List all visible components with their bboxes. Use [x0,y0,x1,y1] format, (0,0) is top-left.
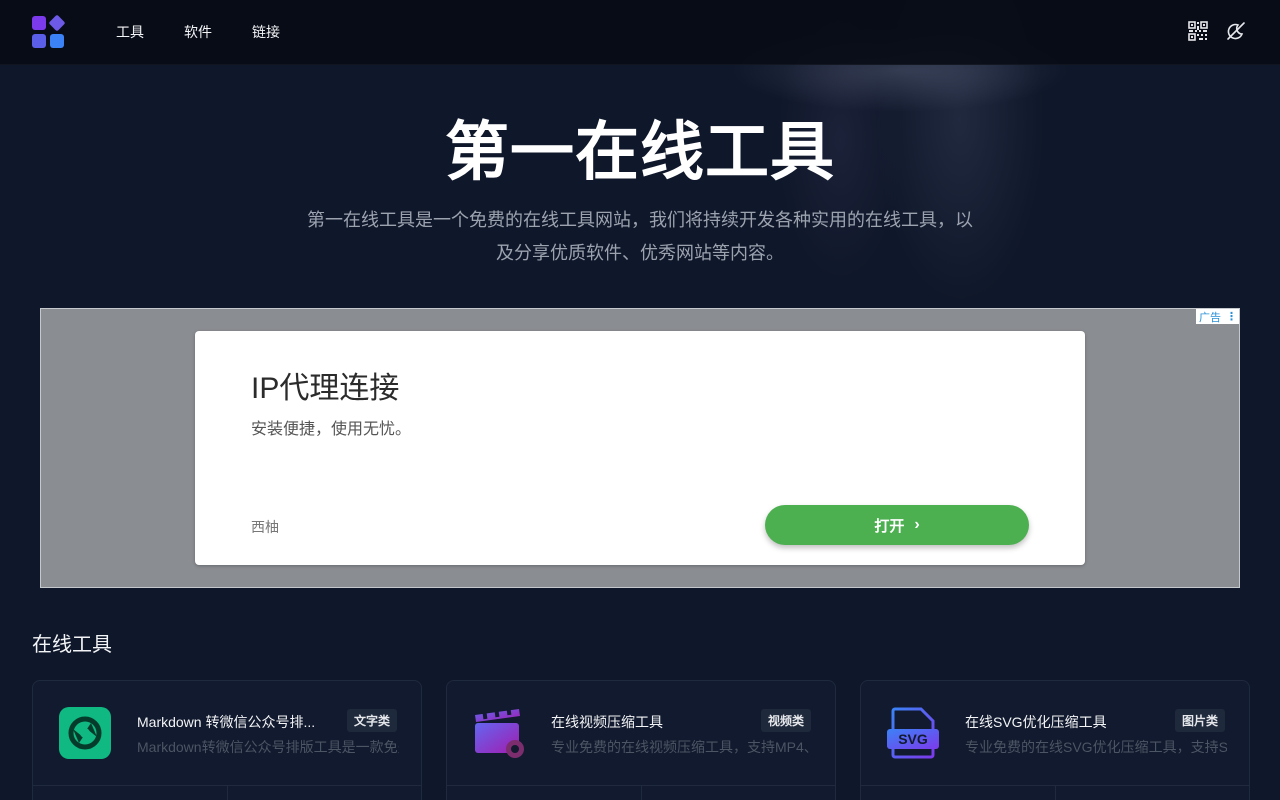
category-badge: 视频类 [760,709,811,732]
ad-subtitle: 安装便捷，使用无忧。 [251,421,412,438]
ad-badge-label: 广告 [1199,311,1221,324]
category-badge: 文字类 [346,709,397,732]
ad-brand: 西柚 [251,519,279,535]
tool-card[interactable]: SVG 在线SVG优化压缩工具 图片类 专业免费的在线SVG优化压缩工具，支持S [860,680,1250,800]
ad-banner[interactable]: 广告 ⋮ IP代理连接 安装便捷，使用无忧。 西柚 打开 › [40,308,1240,588]
page: 工具 软件 链接 第一在线工具 第一在线工具是一个免费的在线工具网站，我们将持续… [0,0,1280,800]
logo-diamond [48,14,66,32]
tool-card[interactable]: 在线视频压缩工具 视频类 专业免费的在线视频压缩工具，支持MP4、 [446,680,836,800]
more-options-icon: ⋮ [1226,311,1237,323]
top-header: 工具 软件 链接 [0,0,1280,65]
site-logo[interactable] [32,14,66,48]
hero-description: 第一在线工具是一个免费的在线工具网站，我们将持续开发各种实用的在线工具，以 及分… [300,204,980,270]
card-description: 专业免费的在线视频压缩工具，支持MP4、 [551,739,813,755]
hero-description-line: 第一在线工具是一个免费的在线工具网站，我们将持续开发各种实用的在线工具，以 [307,210,973,230]
logo-square [32,34,46,48]
card-description: Markdown转微信公众号排版工具是一款免费 [137,739,399,755]
tool-card[interactable]: Markdown 转微信公众号排... 文字类 Markdown转微信公众号排版… [32,680,422,800]
card-footer [447,785,835,800]
footer-divider [1055,786,1056,800]
footer-divider [227,786,228,800]
nav-item-tools[interactable]: 工具 [116,22,144,42]
section-title: 在线工具 [32,634,112,656]
ad-badge[interactable]: 广告 ⋮ [1196,309,1239,324]
svg-text:SVG: SVG [898,731,928,747]
category-badge: 图片类 [1174,709,1225,732]
ad-title: IP代理连接 [251,372,400,405]
hero-title: 第一在线工具 [445,116,835,188]
ad-open-label: 打开 [874,517,905,535]
card-title: 在线视频压缩工具 [551,714,663,730]
nav-item-software[interactable]: 软件 [184,22,212,42]
card-description: 专业免费的在线SVG优化压缩工具，支持S [965,739,1227,755]
theme-toggle-icon[interactable] [1225,20,1247,42]
qr-code-icon[interactable] [1187,20,1209,42]
markdown-wechat-icon [59,707,111,759]
svg-compress-icon: SVG [887,707,939,759]
main-nav: 工具 软件 链接 [116,0,280,64]
card-title: 在线SVG优化压缩工具 [965,714,1107,730]
ad-open-button[interactable]: 打开 › [765,505,1029,545]
video-compress-icon [473,707,525,759]
card-footer [33,785,421,800]
hero-description-line: 及分享优质软件、优秀网站等内容。 [496,243,784,263]
footer-divider [641,786,642,800]
card-title: Markdown 转微信公众号排... [137,714,316,730]
ad-card[interactable]: IP代理连接 安装便捷，使用无忧。 西柚 打开 › [195,331,1085,565]
chevron-right-icon: › [914,516,920,533]
logo-square [32,16,46,30]
card-footer [861,785,1249,800]
logo-square [50,34,64,48]
nav-item-links[interactable]: 链接 [252,22,280,42]
